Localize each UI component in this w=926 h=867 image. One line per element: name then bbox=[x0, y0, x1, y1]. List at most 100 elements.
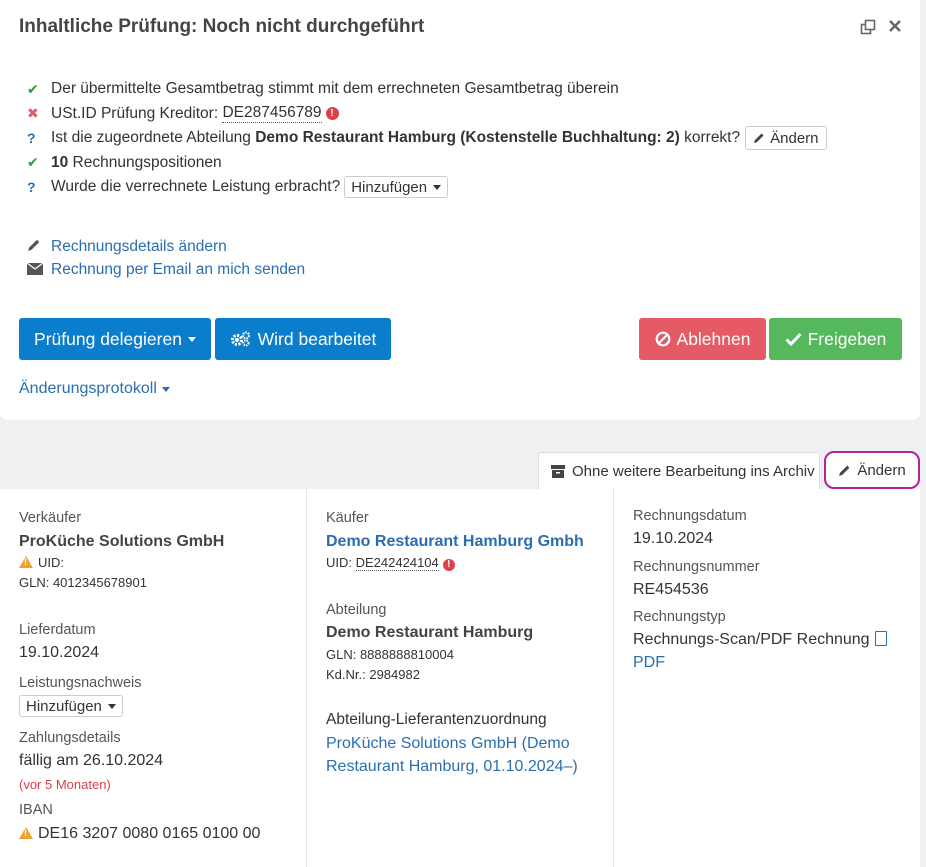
reject-button[interactable]: Ablehnen bbox=[639, 318, 766, 360]
payment-label: Zahlungsdetails bbox=[19, 730, 121, 746]
supplier-assignment-label: Abteilung-Lieferantenzuordnung bbox=[326, 711, 547, 728]
edit-tab-label: Ändern bbox=[857, 461, 906, 479]
delegate-label: Prüfung delegieren bbox=[34, 328, 182, 349]
check-row-department: ? Ist die zugeordnete Abteilung Demo Res… bbox=[27, 126, 827, 151]
buyer-label: Käufer bbox=[326, 510, 369, 526]
pdf-link[interactable]: PDF bbox=[633, 654, 665, 672]
buyer-column: Käufer Demo Restaurant Hamburg Gmbh UID:… bbox=[307, 489, 614, 867]
review-panel: Inhaltliche Prüfung: Noch nicht durchgef… bbox=[0, 0, 920, 420]
chevron-down-icon bbox=[107, 703, 116, 709]
pencil-icon bbox=[27, 238, 51, 255]
invoice-date-value: 19.10.2024 bbox=[633, 530, 714, 547]
delivery-date-label: Lieferdatum bbox=[19, 622, 96, 638]
check-list: ✔ Der übermittelte Gesamtbetrag stimmt m… bbox=[27, 77, 827, 200]
service-proof-select[interactable]: Hinzufügen bbox=[344, 176, 449, 199]
check-row-vat-id: ✖ USt.ID Prüfung Kreditor: DE287456789 ! bbox=[27, 102, 827, 127]
vat-id-value[interactable]: DE287456789 bbox=[222, 104, 322, 124]
check-icon bbox=[785, 332, 802, 346]
check-icon: ✔ bbox=[27, 154, 39, 171]
buyer-uid-value[interactable]: DE242424104 bbox=[355, 555, 439, 571]
invoice-type-text: Rechnungs-Scan/PDF Rechnung bbox=[633, 631, 870, 648]
iban-value: DE16 3207 0080 0165 0100 00 bbox=[19, 825, 260, 843]
warning-icon bbox=[19, 556, 33, 568]
seller-uid-label: UID: bbox=[38, 555, 64, 570]
gears-icon bbox=[230, 331, 250, 347]
approve-button[interactable]: Freigeben bbox=[769, 318, 902, 360]
check-text-suffix: korrekt? bbox=[679, 129, 741, 147]
check-icon: ✔ bbox=[27, 80, 39, 97]
iban-label: IBAN bbox=[19, 802, 53, 818]
question-icon: ? bbox=[27, 130, 36, 147]
chevron-down-icon bbox=[187, 336, 196, 342]
check-text: Rechnungspositionen bbox=[68, 153, 222, 171]
invoice-type-label: Rechnungstyp bbox=[633, 609, 726, 625]
invoice-number-label: Rechnungsnummer bbox=[633, 559, 760, 575]
seller-uid: UID: bbox=[19, 555, 64, 570]
archive-icon bbox=[551, 464, 565, 478]
check-row-total: ✔ Der übermittelte Gesamtbetrag stimmt m… bbox=[27, 77, 827, 102]
iban-number: DE16 3207 0080 0165 0100 00 bbox=[38, 825, 261, 842]
change-department-button[interactable]: Ändern bbox=[745, 126, 827, 151]
check-text: Wurde die verrechnete Leistung erbracht? bbox=[51, 178, 341, 196]
buyer-uid-label: UID: bbox=[326, 555, 356, 570]
archive-tab-label: Ohne weitere Bearbeitung ins Archiv bbox=[572, 462, 815, 480]
change-department-label: Ändern bbox=[770, 129, 819, 147]
supplier-assignment-link-1[interactable]: ProKüche Solutions GmbH (Demo bbox=[326, 735, 570, 753]
check-text: USt.ID Prüfung Kreditor: bbox=[51, 104, 223, 122]
send-email-link[interactable]: Rechnung per Email an mich senden bbox=[51, 261, 305, 279]
buyer-name-link[interactable]: Demo Restaurant Hamburg Gmbh bbox=[326, 533, 584, 551]
department-gln: GLN: 8888888810004 bbox=[326, 647, 454, 662]
question-icon: ? bbox=[27, 179, 36, 196]
proof-select-value: Hinzufügen bbox=[26, 697, 102, 715]
edit-details-link-row[interactable]: Rechnungsdetails ändern bbox=[27, 235, 305, 258]
buyer-uid: UID: DE242424104! bbox=[326, 555, 455, 571]
action-links: Rechnungsdetails ändern Rechnung per Ema… bbox=[26, 235, 305, 281]
envelope-icon bbox=[26, 262, 51, 278]
seller-label: Verkäufer bbox=[19, 510, 82, 526]
chevron-down-icon bbox=[161, 386, 170, 392]
seller-column: Verkäufer ProKüche Solutions GmbH UID: G… bbox=[0, 489, 307, 867]
send-email-link-row[interactable]: Rechnung per Email an mich senden bbox=[26, 258, 305, 281]
edit-details-link[interactable]: Rechnungsdetails ändern bbox=[51, 238, 227, 256]
positions-count: 10 bbox=[51, 153, 69, 171]
invoice-number-value: RE454536 bbox=[633, 581, 709, 598]
proof-label: Leistungsnachweis bbox=[19, 675, 142, 691]
payment-relative: (vor 5 Monaten) bbox=[19, 777, 111, 792]
pencil-icon bbox=[754, 133, 764, 144]
service-proof-select-value: Hinzufügen bbox=[351, 178, 428, 196]
department-label: Abteilung bbox=[326, 602, 387, 618]
invoice-details: Verkäufer ProKüche Solutions GmbH UID: G… bbox=[0, 489, 920, 867]
check-text: Der übermittelte Gesamtbetrag stimmt mit… bbox=[51, 80, 619, 98]
department-customer-no: Kd.Nr.: 2984982 bbox=[326, 667, 420, 682]
change-log-toggle[interactable]: Änderungsprotokoll bbox=[19, 380, 170, 398]
error-icon: ! bbox=[325, 107, 339, 121]
panel-title: Inhaltliche Prüfung: Noch nicht durchgef… bbox=[19, 16, 425, 37]
reject-label: Ablehnen bbox=[676, 328, 751, 349]
supplier-assignment-link-2[interactable]: Restaurant Hamburg, 01.10.2024–) bbox=[326, 758, 578, 776]
edit-tab[interactable]: Ändern bbox=[824, 451, 920, 489]
delivery-date-value: 19.10.2024 bbox=[19, 644, 100, 661]
invoice-column: Rechnungsdatum 19.10.2024 Rechnungsnumme… bbox=[614, 489, 920, 867]
check-row-positions: ✔ 10 Rechnungspositionen bbox=[27, 151, 827, 176]
delegate-button[interactable]: Prüfung delegieren bbox=[19, 318, 211, 360]
ban-icon bbox=[655, 331, 670, 347]
proof-select[interactable]: Hinzufügen bbox=[19, 695, 123, 717]
cross-icon: ✖ bbox=[27, 105, 39, 122]
pdf-file-icon[interactable] bbox=[874, 631, 887, 646]
department-name: Demo Restaurant Hamburg (Kostenstelle Bu… bbox=[255, 129, 680, 147]
seller-gln: GLN: 4012345678901 bbox=[19, 575, 147, 590]
in-progress-button[interactable]: Wird bearbeitet bbox=[215, 318, 391, 360]
seller-name: ProKüche Solutions GmbH bbox=[19, 533, 225, 550]
change-log-label: Änderungsprotokoll bbox=[19, 380, 157, 397]
chevron-down-icon bbox=[433, 184, 442, 190]
invoice-type-value: Rechnungs-Scan/PDF Rechnung bbox=[633, 631, 887, 649]
error-icon: ! bbox=[442, 559, 455, 571]
invoice-date-label: Rechnungsdatum bbox=[633, 508, 747, 524]
archive-tab[interactable]: Ohne weitere Bearbeitung ins Archiv bbox=[538, 452, 820, 489]
check-text: Ist die zugeordnete Abteilung bbox=[51, 129, 256, 147]
in-progress-label: Wird bearbeitet bbox=[257, 328, 377, 349]
restore-window-icon[interactable] bbox=[860, 19, 876, 35]
warning-icon bbox=[19, 827, 33, 839]
close-icon[interactable] bbox=[887, 19, 903, 35]
department-name: Demo Restaurant Hamburg bbox=[326, 624, 534, 641]
